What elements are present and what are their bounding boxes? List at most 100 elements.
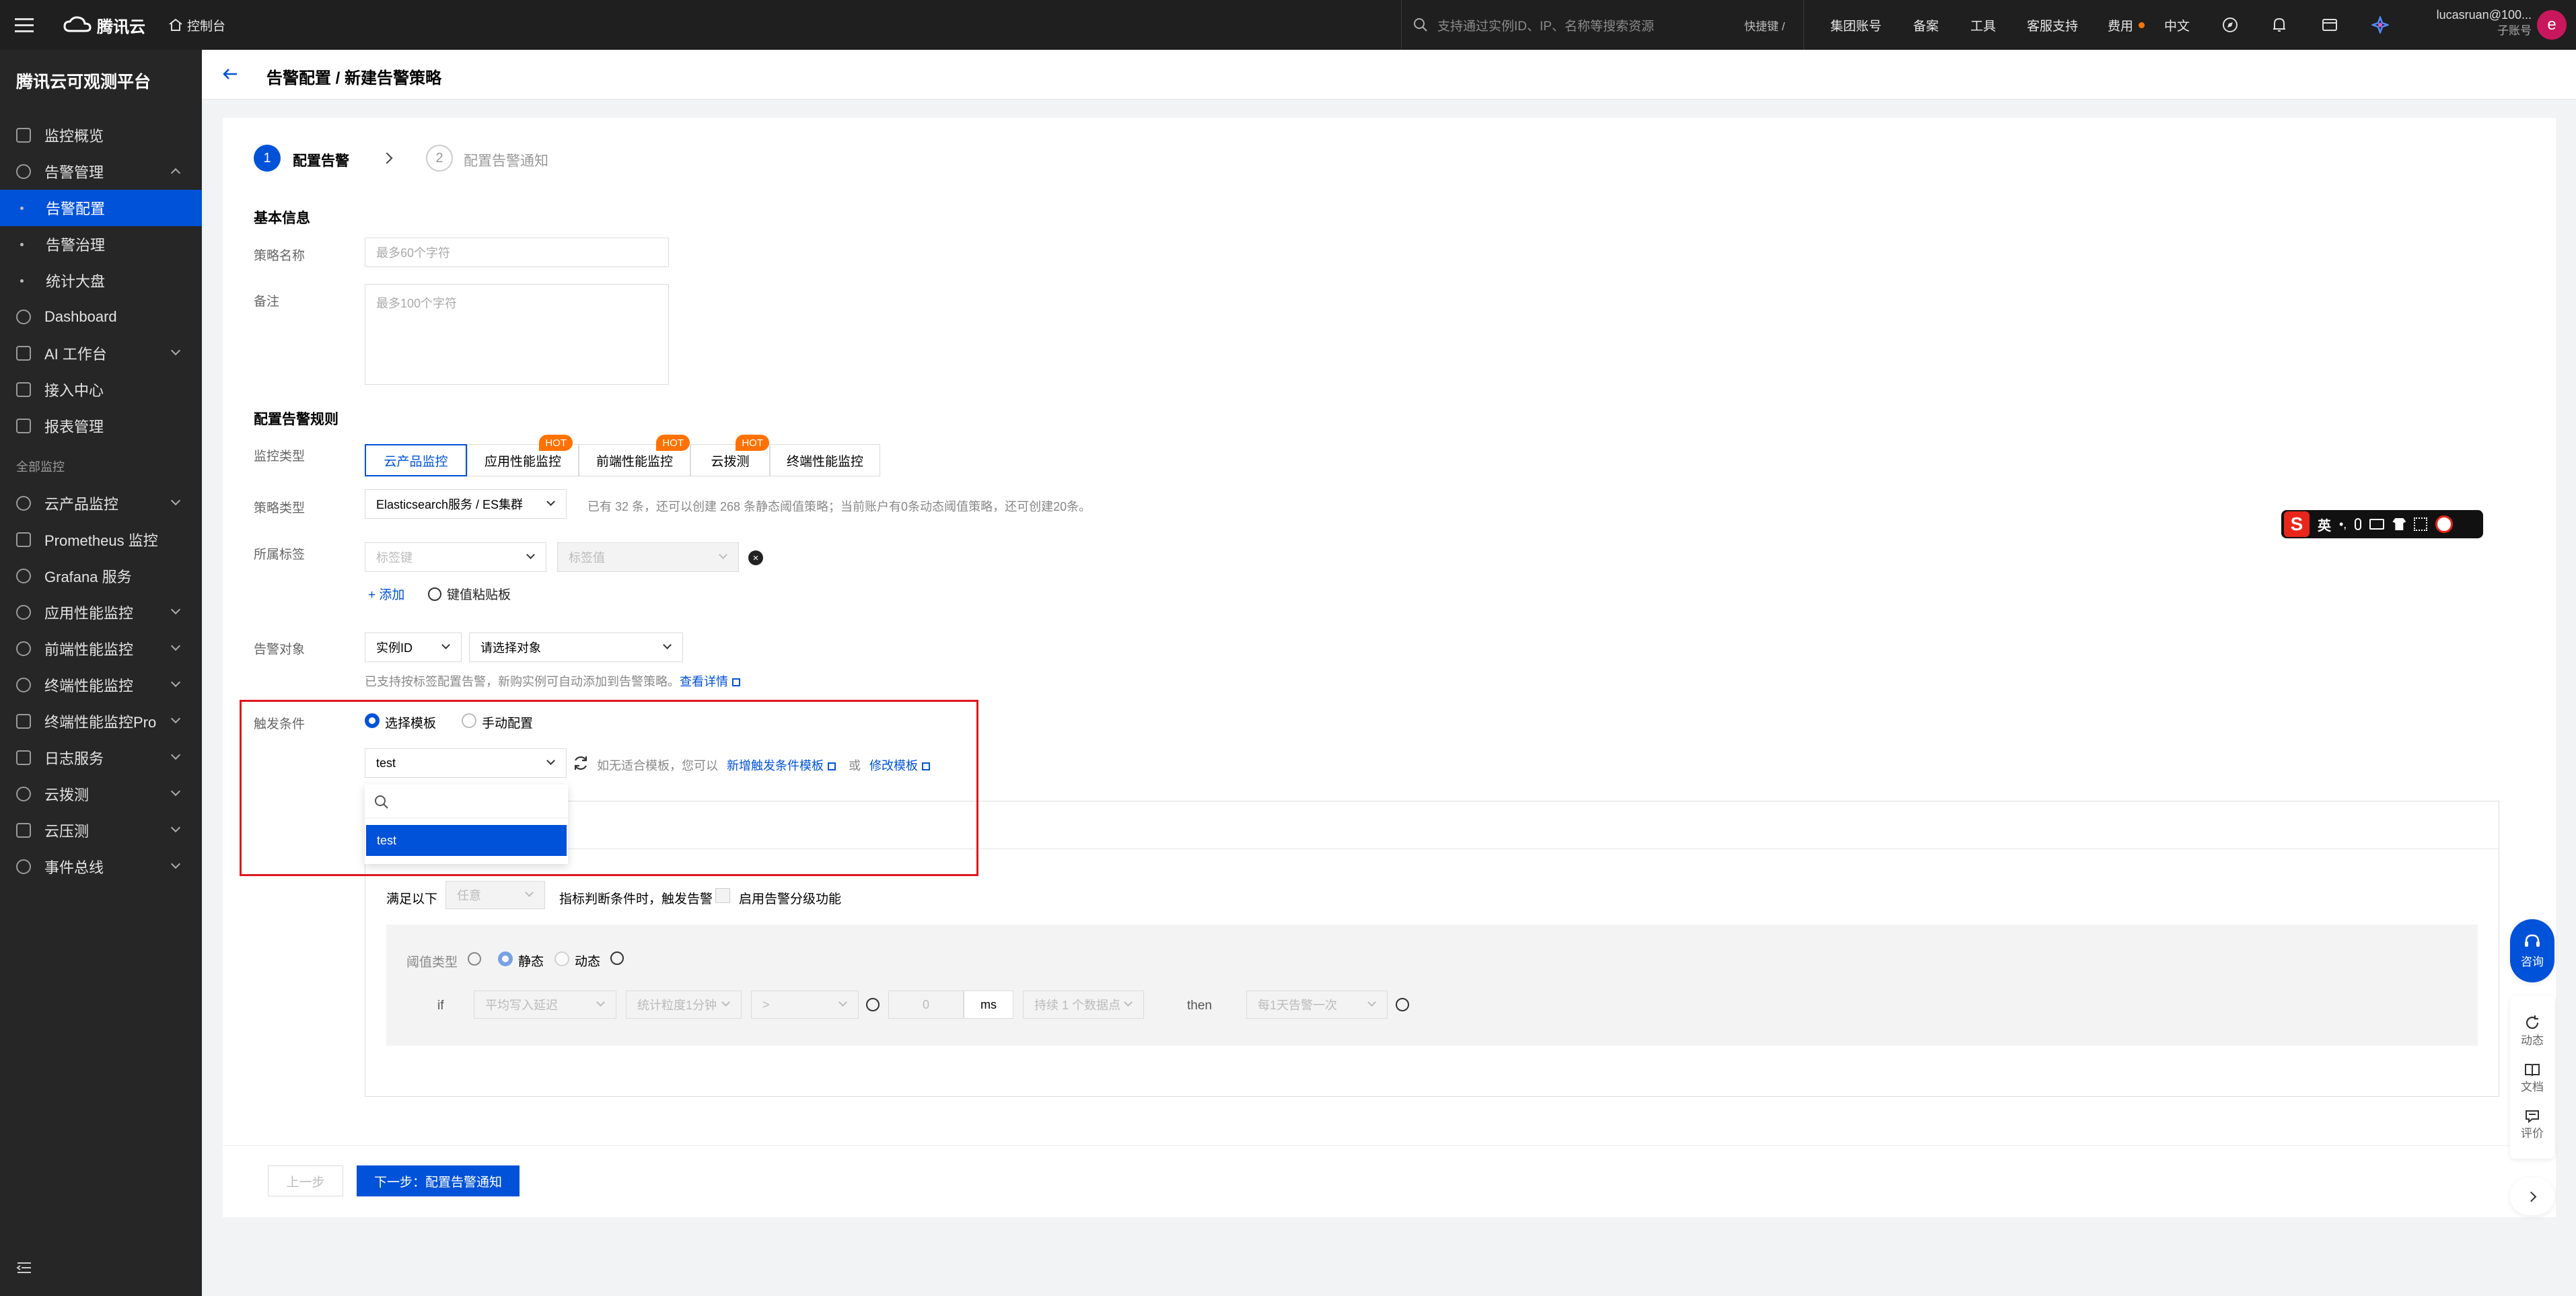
sidebar-item-alarm-governance[interactable]: 告警治理 — [0, 226, 202, 262]
sidebar-item-dashboard[interactable]: Dashboard — [0, 299, 202, 335]
dynamic-button[interactable]: 动态 — [2521, 1015, 2544, 1048]
sidebar-item-report[interactable]: 报表管理 — [0, 408, 202, 444]
alarm-level-label: 启用告警分级功能 — [739, 892, 842, 906]
form-card: 1 配置告警 2 配置告警通知 基本信息 策略名称 最多60个字符 备注 最多1… — [223, 118, 2556, 1217]
seg-dial-test[interactable]: 云拨测 HOT — [690, 435, 770, 476]
frontend-icon — [16, 641, 31, 656]
sidebar-item-access-center[interactable]: 接入中心 — [0, 371, 202, 408]
step-number: 1 — [263, 150, 271, 166]
seg-cloud-product[interactable]: 云产品监控 — [365, 444, 467, 476]
docs-button[interactable]: 文档 — [2521, 1063, 2544, 1094]
user-info[interactable]: lucasruan@100... 子账号 — [2404, 7, 2532, 43]
sidebar-item-stress-test[interactable]: 云压测 — [0, 812, 202, 849]
chevron-down-icon — [170, 786, 181, 797]
sidebar-item-ai-workbench[interactable]: AI 工作台 — [0, 335, 202, 371]
grid-icon — [2414, 517, 2428, 531]
remark-label: 备注 — [254, 295, 280, 309]
ai-assistant-icon[interactable] — [2371, 0, 2389, 50]
console-link[interactable]: 控制台 — [168, 0, 225, 50]
collapse-sidebar-icon[interactable] — [16, 1261, 32, 1279]
chevron-down-icon — [1367, 998, 1376, 1007]
step-2-label[interactable]: 配置告警通知 — [464, 150, 548, 170]
language-switch[interactable]: 中文 — [2164, 0, 2190, 50]
info-circle-icon — [866, 998, 880, 1011]
view-details-link[interactable]: 查看详情 — [680, 675, 728, 688]
ime-toolbar[interactable]: S 英 •, — [2281, 510, 2483, 538]
tag-label: 所属标签 — [254, 548, 306, 562]
sidebar-item-terminal[interactable]: 终端性能监控 — [0, 667, 202, 703]
comment-icon — [2526, 1110, 2539, 1123]
terminal-pro-icon — [16, 714, 31, 729]
chevron-down-icon — [719, 550, 727, 559]
sidebar-item-event-bus[interactable]: 事件总线 — [0, 849, 202, 885]
sidebar: 腾讯云可观测平台 监控概览 告警管理 告警配置 告警治理 统计大盘 Dashbo… — [0, 50, 202, 1296]
cube-icon — [16, 382, 31, 397]
sidebar-item-label: 终端性能监控 — [44, 678, 134, 694]
policy-name-input[interactable]: 最多60个字符 — [365, 238, 669, 267]
sidebar-item-label: 云压测 — [44, 823, 90, 840]
mascot-icon — [2435, 515, 2454, 533]
sidebar-item-alarm-config[interactable]: 告警配置 — [0, 190, 202, 226]
notice-dot-icon — [2139, 22, 2145, 28]
next-step-button[interactable]: 下一步：配置告警通知 — [357, 1165, 520, 1196]
if-label: if — [437, 999, 444, 1013]
avatar[interactable]: e — [2537, 10, 2567, 40]
sidebar-item-label: 报表管理 — [44, 419, 104, 435]
seg-rum[interactable]: 前端性能监控 HOT — [579, 435, 690, 476]
bell-icon[interactable] — [2272, 0, 2287, 50]
monitor-type-label: 监控类型 — [254, 449, 306, 464]
menu-icon[interactable] — [15, 0, 35, 50]
consult-button[interactable]: 咨询 — [2510, 919, 2554, 982]
sidebar-item-overview[interactable]: 监控概览 — [0, 117, 202, 153]
billing-link[interactable]: 费用 — [2108, 0, 2145, 50]
sidebar-item-prometheus[interactable]: Prometheus 监控 — [0, 521, 202, 558]
clear-circle-icon[interactable]: × — [748, 550, 763, 565]
global-search[interactable]: 支持通过实例ID、IP、名称等搜索资源 — [1413, 0, 1654, 50]
paste-board-button[interactable]: 键值粘贴板 — [428, 585, 511, 603]
sidebar-item-alarm-management[interactable]: 告警管理 — [0, 153, 202, 190]
sidebar-item-cloud-product[interactable]: 云产品监控 — [0, 485, 202, 521]
sidebar-item-label: 应用性能监控 — [44, 605, 134, 622]
sidebar-item-statistics[interactable]: 统计大盘 — [0, 262, 202, 299]
tag-key-select[interactable]: 标签键 — [365, 542, 546, 572]
tencent-cloud-logo[interactable]: 腾讯云 — [63, 0, 145, 50]
bullet-icon — [20, 206, 24, 210]
expand-float-button[interactable] — [2510, 1178, 2554, 1215]
chevron-right-icon — [2526, 1191, 2536, 1202]
group-account-link[interactable]: 集团账号 — [1830, 0, 1882, 50]
tag-key-placeholder: 标签键 — [376, 551, 413, 565]
billing-label: 费用 — [2108, 19, 2134, 34]
chevron-down-icon — [596, 998, 605, 1007]
chevron-down-icon — [663, 641, 672, 649]
step-2-circle[interactable]: 2 — [426, 145, 453, 172]
chevron-down-icon — [525, 888, 534, 897]
home-icon — [169, 18, 182, 31]
target-object-select[interactable]: 请选择对象 — [469, 633, 683, 662]
sidebar-item-log-service[interactable]: 日志服务 — [0, 740, 202, 776]
wallet-icon[interactable] — [2322, 0, 2338, 50]
event-bus-icon — [16, 859, 31, 874]
support-link[interactable]: 客服支持 — [2027, 0, 2078, 50]
sidebar-item-apm[interactable]: 应用性能监控 — [0, 594, 202, 631]
seg-apm[interactable]: 应用性能监控 HOT — [467, 435, 579, 476]
sidebar-item-rum[interactable]: 前端性能监控 — [0, 631, 202, 667]
seg-terminal[interactable]: 终端性能监控 — [770, 444, 880, 476]
back-arrow-icon[interactable] — [222, 67, 238, 84]
operator-select: > — [751, 991, 859, 1019]
tools-link[interactable]: 工具 — [1970, 0, 1996, 50]
target-note-text: 已支持按标签配置告警，新购实例可自动添加到告警策略。 — [365, 675, 680, 688]
add-tag-button[interactable]: + 添加 — [368, 585, 404, 603]
sidebar-item-terminal-pro[interactable]: 终端性能监控Pro — [0, 703, 202, 740]
review-button[interactable]: 评价 — [2521, 1109, 2544, 1141]
target-type-select[interactable]: 实例ID — [365, 633, 462, 662]
sidebar-item-grafana[interactable]: Grafana 服务 — [0, 558, 202, 594]
top-navigation-bar: 腾讯云 控制台 支持通过实例ID、IP、名称等搜索资源 快捷键 / 集团账号 备… — [0, 0, 2576, 50]
sidebar-item-dial-test[interactable]: 云拨测 — [0, 776, 202, 812]
policy-name-placeholder: 最多60个字符 — [376, 246, 451, 260]
policy-type-select[interactable]: Elasticsearch服务 / ES集群 — [365, 489, 567, 519]
remark-textarea[interactable]: 最多100个字符 — [365, 284, 669, 385]
plus-icon: + — [368, 588, 380, 602]
report-icon — [16, 419, 31, 433]
compass-icon[interactable] — [2222, 0, 2238, 50]
filing-link[interactable]: 备案 — [1913, 0, 1939, 50]
